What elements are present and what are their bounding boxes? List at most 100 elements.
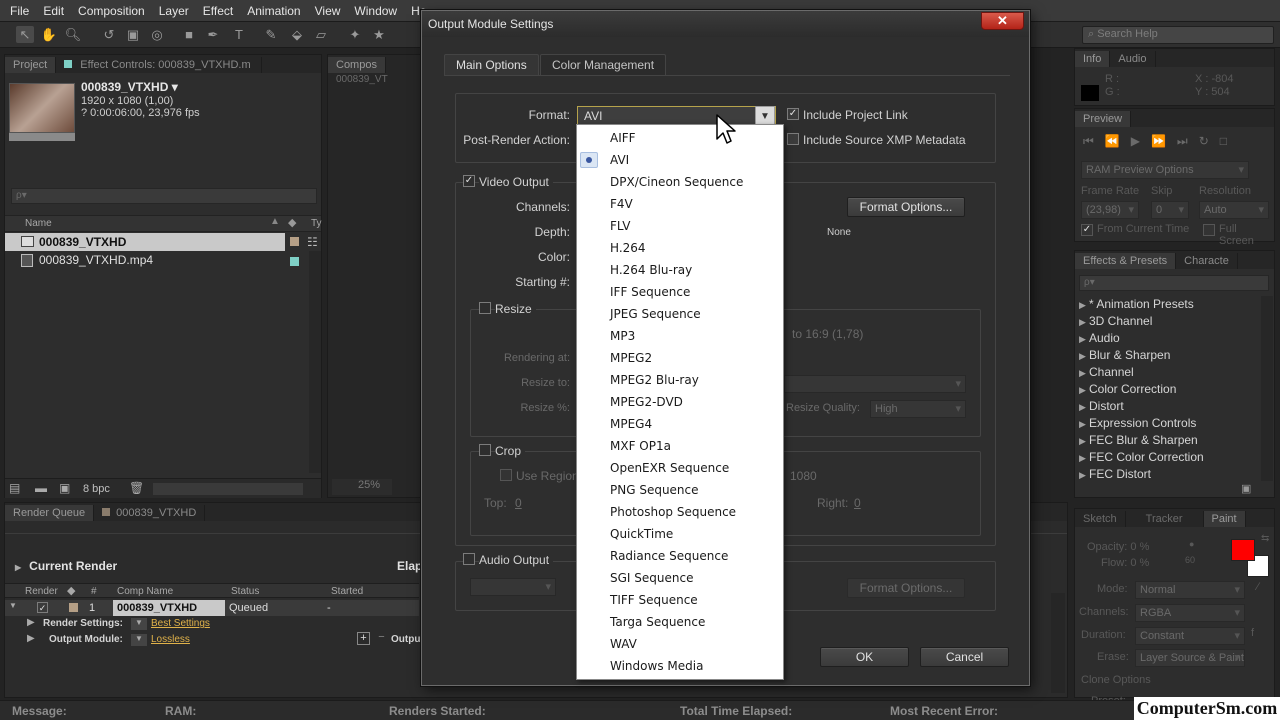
format-option[interactable]: AVI — [577, 149, 783, 171]
paint-opacity[interactable]: Opacity: 0 % — [1087, 541, 1149, 553]
effects-item[interactable]: ▶ Audio — [1079, 330, 1120, 347]
col-comp-name[interactable]: Comp Name — [117, 586, 173, 597]
format-option[interactable]: DPX/Cineon Sequence — [577, 171, 783, 193]
expand-arrow-icon[interactable]: ▼ — [9, 601, 17, 610]
crop-right-value[interactable]: 0 — [854, 496, 861, 510]
video-output-checkbox[interactable]: ✓ — [463, 175, 475, 187]
output-module-link[interactable]: Lossless — [151, 634, 190, 645]
tab-sketch[interactable]: Sketch — [1075, 511, 1126, 527]
paint-channels-dropdown[interactable]: RGBA — [1135, 604, 1245, 622]
format-option[interactable]: MPEG4 — [577, 413, 783, 435]
skip-dropdown[interactable]: 0 — [1151, 201, 1189, 219]
expand-arrow-icon[interactable]: ▶ — [27, 633, 35, 644]
output-module-dropdown-icon[interactable]: ▼ — [131, 634, 147, 646]
effects-item[interactable]: ▶ Blur & Sharpen — [1079, 347, 1170, 364]
project-scrollbar[interactable] — [309, 251, 321, 473]
footage-label-swatch[interactable] — [290, 257, 299, 266]
tab-effects-presets[interactable]: Effects & Presets — [1075, 253, 1177, 269]
zoom-tool-icon[interactable]: 🔍︎ — [64, 26, 82, 43]
format-option[interactable]: MPEG2 — [577, 347, 783, 369]
zoom-level[interactable]: 25% — [332, 479, 392, 495]
comp-label-swatch[interactable] — [290, 237, 299, 246]
format-option[interactable]: JPEG Sequence — [577, 303, 783, 325]
resolution-dropdown[interactable]: Auto — [1199, 201, 1269, 219]
format-option[interactable]: H.264 — [577, 237, 783, 259]
expand-arrow-icon[interactable]: ▶ — [27, 617, 35, 628]
format-option[interactable]: H.264 Blu-ray — [577, 259, 783, 281]
new-preset-icon[interactable]: ▣ — [1241, 482, 1251, 495]
effects-item[interactable]: ▶ Expression Controls — [1079, 415, 1196, 432]
format-option[interactable]: MP3 — [577, 325, 783, 347]
col-status[interactable]: Status — [231, 586, 259, 597]
pen-tool-icon[interactable]: ✒ — [204, 26, 222, 43]
add-output-module-button[interactable]: + — [357, 632, 370, 645]
format-option[interactable]: QuickTime — [577, 523, 783, 545]
audio-format-options-button[interactable]: Format Options... — [847, 578, 965, 598]
paint-erase-dropdown[interactable]: Layer Source & Paint — [1135, 649, 1245, 667]
close-icon[interactable]: ✕ — [981, 12, 1024, 30]
audio-rate-dropdown[interactable] — [470, 578, 556, 596]
menu-effect[interactable]: Effect — [196, 4, 240, 18]
render-checkbox[interactable]: ✓ — [37, 602, 48, 613]
paint-duration-dropdown[interactable]: Constant — [1135, 627, 1245, 645]
menu-file[interactable]: File — [3, 4, 36, 18]
menu-view[interactable]: View — [308, 4, 348, 18]
effects-item[interactable]: ▶ Distort — [1079, 398, 1124, 415]
effects-item[interactable]: ▶ 3D Channel — [1079, 313, 1152, 330]
tab-tracker[interactable]: Tracker — [1126, 511, 1204, 527]
format-option[interactable]: SGI Sequence — [577, 567, 783, 589]
tab-project[interactable]: Project — [5, 57, 57, 73]
format-option[interactable]: Radiance Sequence — [577, 545, 783, 567]
remove-output-module-button[interactable]: − — [375, 632, 388, 645]
crop-checkbox[interactable] — [479, 444, 491, 456]
render-settings-link[interactable]: Best Settings — [151, 618, 210, 629]
menu-animation[interactable]: Animation — [240, 4, 307, 18]
include-project-link-checkbox[interactable]: ✓ — [787, 108, 799, 120]
format-option[interactable]: Windows Media — [577, 655, 783, 677]
tab-audio[interactable]: Audio — [1110, 51, 1156, 67]
camera-tool-icon[interactable]: ▣ — [124, 26, 142, 43]
crop-top-value[interactable]: 0 — [515, 496, 522, 510]
clip-name[interactable]: 000839_VTXHD ▾ — [81, 80, 178, 94]
paint-flow[interactable]: Flow: 0 % — [1101, 557, 1149, 569]
current-render-header[interactable]: ▶ Current Render — [15, 559, 117, 573]
format-option[interactable]: Photoshop Sequence — [577, 501, 783, 523]
effects-item[interactable]: ▶ FEC Blur & Sharpen — [1079, 432, 1198, 449]
eyedropper-icon[interactable]: ∕ — [1257, 581, 1259, 593]
tab-info[interactable]: Info — [1075, 51, 1111, 67]
format-dropdown[interactable]: AVI — [577, 106, 776, 126]
menu-layer[interactable]: Layer — [152, 4, 196, 18]
format-option[interactable]: AIFF — [577, 127, 783, 149]
format-option[interactable]: MXF OP1a — [577, 435, 783, 457]
tab-composition[interactable]: Compos — [328, 57, 386, 73]
col-number[interactable]: # — [91, 586, 97, 597]
effects-scrollbar[interactable] — [1261, 296, 1273, 481]
format-option[interactable]: MPEG2 Blu-ray — [577, 369, 783, 391]
tab-color-management[interactable]: Color Management — [540, 54, 667, 75]
effects-item[interactable]: ▶ * Animation Presets — [1079, 296, 1194, 313]
tab-effect-controls[interactable]: Effect Controls: 000839_VTXHD.m — [56, 57, 263, 73]
new-folder-icon[interactable]: ▬ — [35, 481, 47, 495]
brush-tip-icon[interactable]: ● — [1189, 539, 1194, 549]
label-tag-icon[interactable]: ◆ — [288, 216, 296, 229]
render-label-swatch[interactable] — [69, 603, 78, 612]
eraser-tool-icon[interactable]: ▱ — [312, 26, 330, 43]
clone-options-toggle[interactable]: Clone Options — [1081, 674, 1151, 686]
effects-item[interactable]: ▶ Channel — [1079, 364, 1134, 381]
search-help-input[interactable]: ⌕ Search Help — [1082, 26, 1274, 44]
resize-preset-dropdown[interactable] — [784, 375, 966, 393]
type-tool-icon[interactable]: T — [230, 26, 248, 43]
dialog-title[interactable]: Output Module Settings — [422, 11, 1029, 37]
tab-main-options[interactable]: Main Options — [444, 54, 539, 75]
frame-rate-dropdown[interactable]: (23,98) — [1081, 201, 1139, 219]
roto-brush-tool-icon[interactable]: ✦ — [346, 26, 364, 43]
use-region-checkbox[interactable] — [500, 469, 512, 481]
col-render[interactable]: Render — [25, 586, 58, 597]
hand-tool-icon[interactable]: ✋ — [40, 26, 58, 43]
project-hscrollbar[interactable] — [153, 483, 303, 495]
effects-item[interactable]: ▶ Color Correction — [1079, 381, 1176, 398]
foreground-color-swatch[interactable] — [1231, 539, 1255, 561]
render-queue-row[interactable]: ▼ ✓ 1 000839_VTXHD Queued - — [5, 600, 419, 616]
resize-quality-dropdown[interactable]: High — [870, 400, 966, 418]
col-type[interactable]: Ty — [311, 218, 322, 229]
